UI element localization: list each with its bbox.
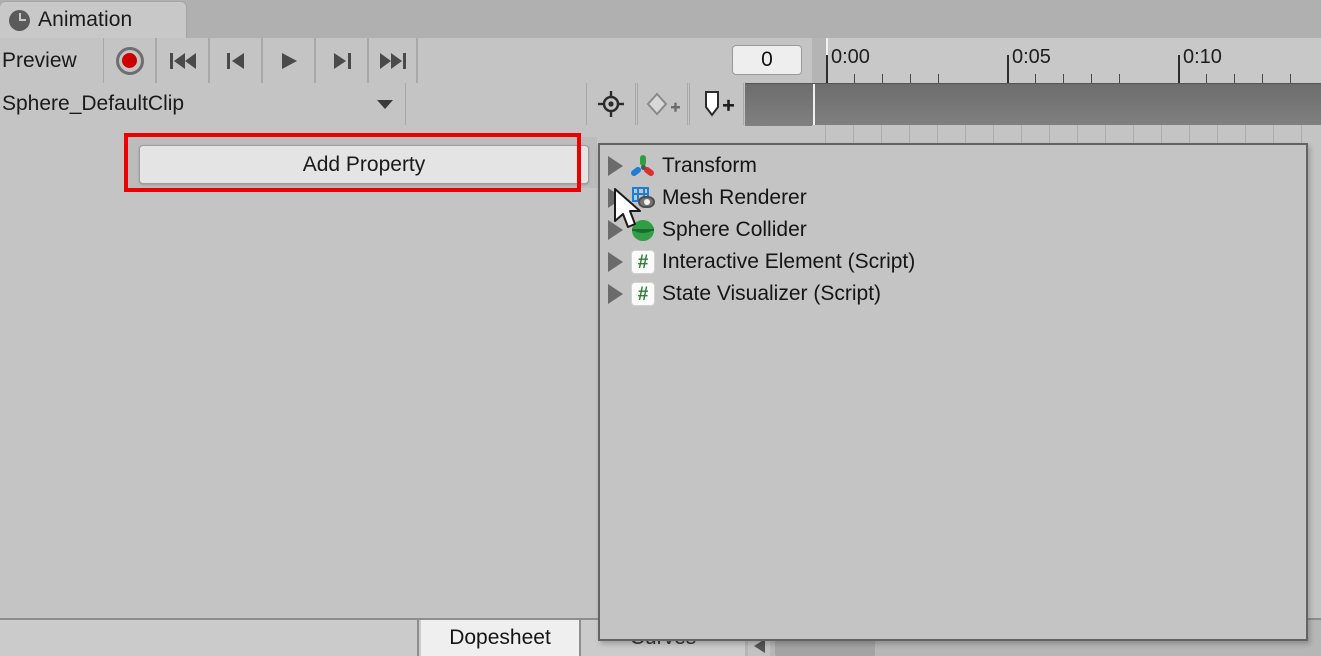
component-list: Transform Mesh Renderer Sphere Collider # In… [600,150,1306,310]
skip-to-start-icon [169,52,196,69]
script-icon: # [631,282,655,306]
row-grid-line [1245,125,1246,144]
clip-selector[interactable]: Sphere_DefaultClip [0,83,406,125]
component-list-item[interactable]: Transform [600,150,1306,182]
ruler-tick-minor [1234,74,1235,83]
ruler-tick-minor [1290,74,1291,83]
script-hash-glyph: # [631,282,655,306]
previous-keyframe-icon [226,52,244,69]
component-list-item-label: Sphere Collider [662,218,807,241]
ruler-tick-minor [938,74,939,83]
play-icon [281,52,297,69]
row-grid-line [1217,125,1218,144]
transform-gizmo-icon [629,154,656,178]
row-grid-line [1133,125,1134,144]
record-icon [115,46,144,75]
timeline-row-strip [812,125,1321,144]
component-list-item-label: Mesh Renderer [662,186,807,209]
expand-triangle-icon[interactable] [608,252,623,272]
add-event-icon [598,91,624,117]
row-grid-line [881,125,882,144]
skip-to-start-button[interactable] [156,38,209,83]
current-frame-input[interactable] [732,45,802,75]
clock-icon [9,9,30,31]
add-marker-icon [704,91,734,117]
script-icon: # [631,250,655,274]
row-grid-line [1021,125,1022,144]
component-list-item-label: Interactive Element (Script) [662,250,916,273]
expand-triangle-icon[interactable] [608,220,623,240]
mesh-renderer-icon [631,186,655,210]
row-grid-line [1301,125,1302,144]
component-list-item[interactable]: # State Visualizer (Script) [600,278,1306,310]
timeline-ruler[interactable]: 0:00 0:05 0:10 [812,38,1321,83]
ruler-tick-minor [882,74,883,83]
row-grid-line [1077,125,1078,144]
row-grid-line [1161,125,1162,144]
ruler-tick-minor [1091,74,1092,83]
next-keyframe-icon [333,52,351,69]
row-grid-line [853,125,854,144]
expand-triangle-icon[interactable] [608,284,623,304]
previous-keyframe-button[interactable] [209,38,262,83]
add-keyframe-button[interactable] [637,83,688,125]
frame-field-container [417,38,812,83]
ruler-tick-major [1178,55,1180,83]
ruler-tick-minor [1063,74,1064,83]
ruler-tick-minor [1262,74,1263,83]
playhead-line[interactable] [813,84,815,126]
ruler-tick-minor [910,74,911,83]
row-grid-line [909,125,910,144]
add-marker-button[interactable] [689,83,744,125]
triangle-left-icon [753,639,765,653]
chevron-down-icon [377,99,393,109]
row-grid-line [993,125,994,144]
expand-triangle-icon[interactable] [608,156,623,176]
timeline-track-area[interactable] [745,83,1321,126]
component-list-item-label: Transform [662,154,757,177]
component-list-item[interactable]: Sphere Collider [600,214,1306,246]
ruler-tick-minor [1035,74,1036,83]
highlight-annotation [124,133,581,192]
skip-to-end-button[interactable] [368,38,417,83]
component-list-item[interactable]: Mesh Renderer [600,182,1306,214]
next-keyframe-button[interactable] [315,38,368,83]
skip-to-end-icon [379,52,406,69]
row-grid-line [965,125,966,144]
preview-label[interactable]: Preview [0,38,103,83]
ruler-tick-label: 0:00 [831,46,870,68]
row-grid-line [825,125,826,144]
ruler-left-gap [813,38,826,83]
animation-window: Animation Preview 0 0:00 0:05 0:10 Spher… [0,0,1321,656]
row-grid-line [1273,125,1274,144]
tab-dopesheet[interactable]: Dopesheet [421,620,581,656]
play-button[interactable] [262,38,315,83]
add-keyframe-icon [646,92,680,116]
ruler-tick-major [826,55,828,83]
component-list-item[interactable]: # Interactive Element (Script) [600,246,1306,278]
expand-triangle-icon[interactable] [608,188,623,208]
record-button[interactable] [103,38,156,83]
ruler-tick-label: 0:05 [1012,46,1051,68]
clip-name-label: Sphere_DefaultClip [2,92,185,115]
row-grid-line [1049,125,1050,144]
ruler-tick-minor [1119,74,1120,83]
property-list-panel [0,125,418,618]
add-event-button[interactable] [586,83,636,125]
row-grid-line [937,125,938,144]
row-grid-line [1105,125,1106,144]
row-grid-line [1189,125,1190,144]
bottom-left-filler [0,620,419,656]
ruler-tick-minor [1206,74,1207,83]
component-list-item-label: State Visualizer (Script) [662,282,882,305]
ruler-tick-label: 0:10 [1183,46,1222,68]
window-tab-bar: Animation [0,0,1321,38]
tab-animation[interactable]: Animation [0,2,186,38]
add-property-dropdown[interactable]: Transform Mesh Renderer Sphere Collider # In… [598,143,1308,641]
ruler-tick-major [1007,55,1009,83]
script-hash-glyph: # [631,250,655,274]
tab-animation-label: Animation [38,8,133,31]
sphere-collider-icon [631,218,655,242]
ruler-tick-minor [854,74,855,83]
